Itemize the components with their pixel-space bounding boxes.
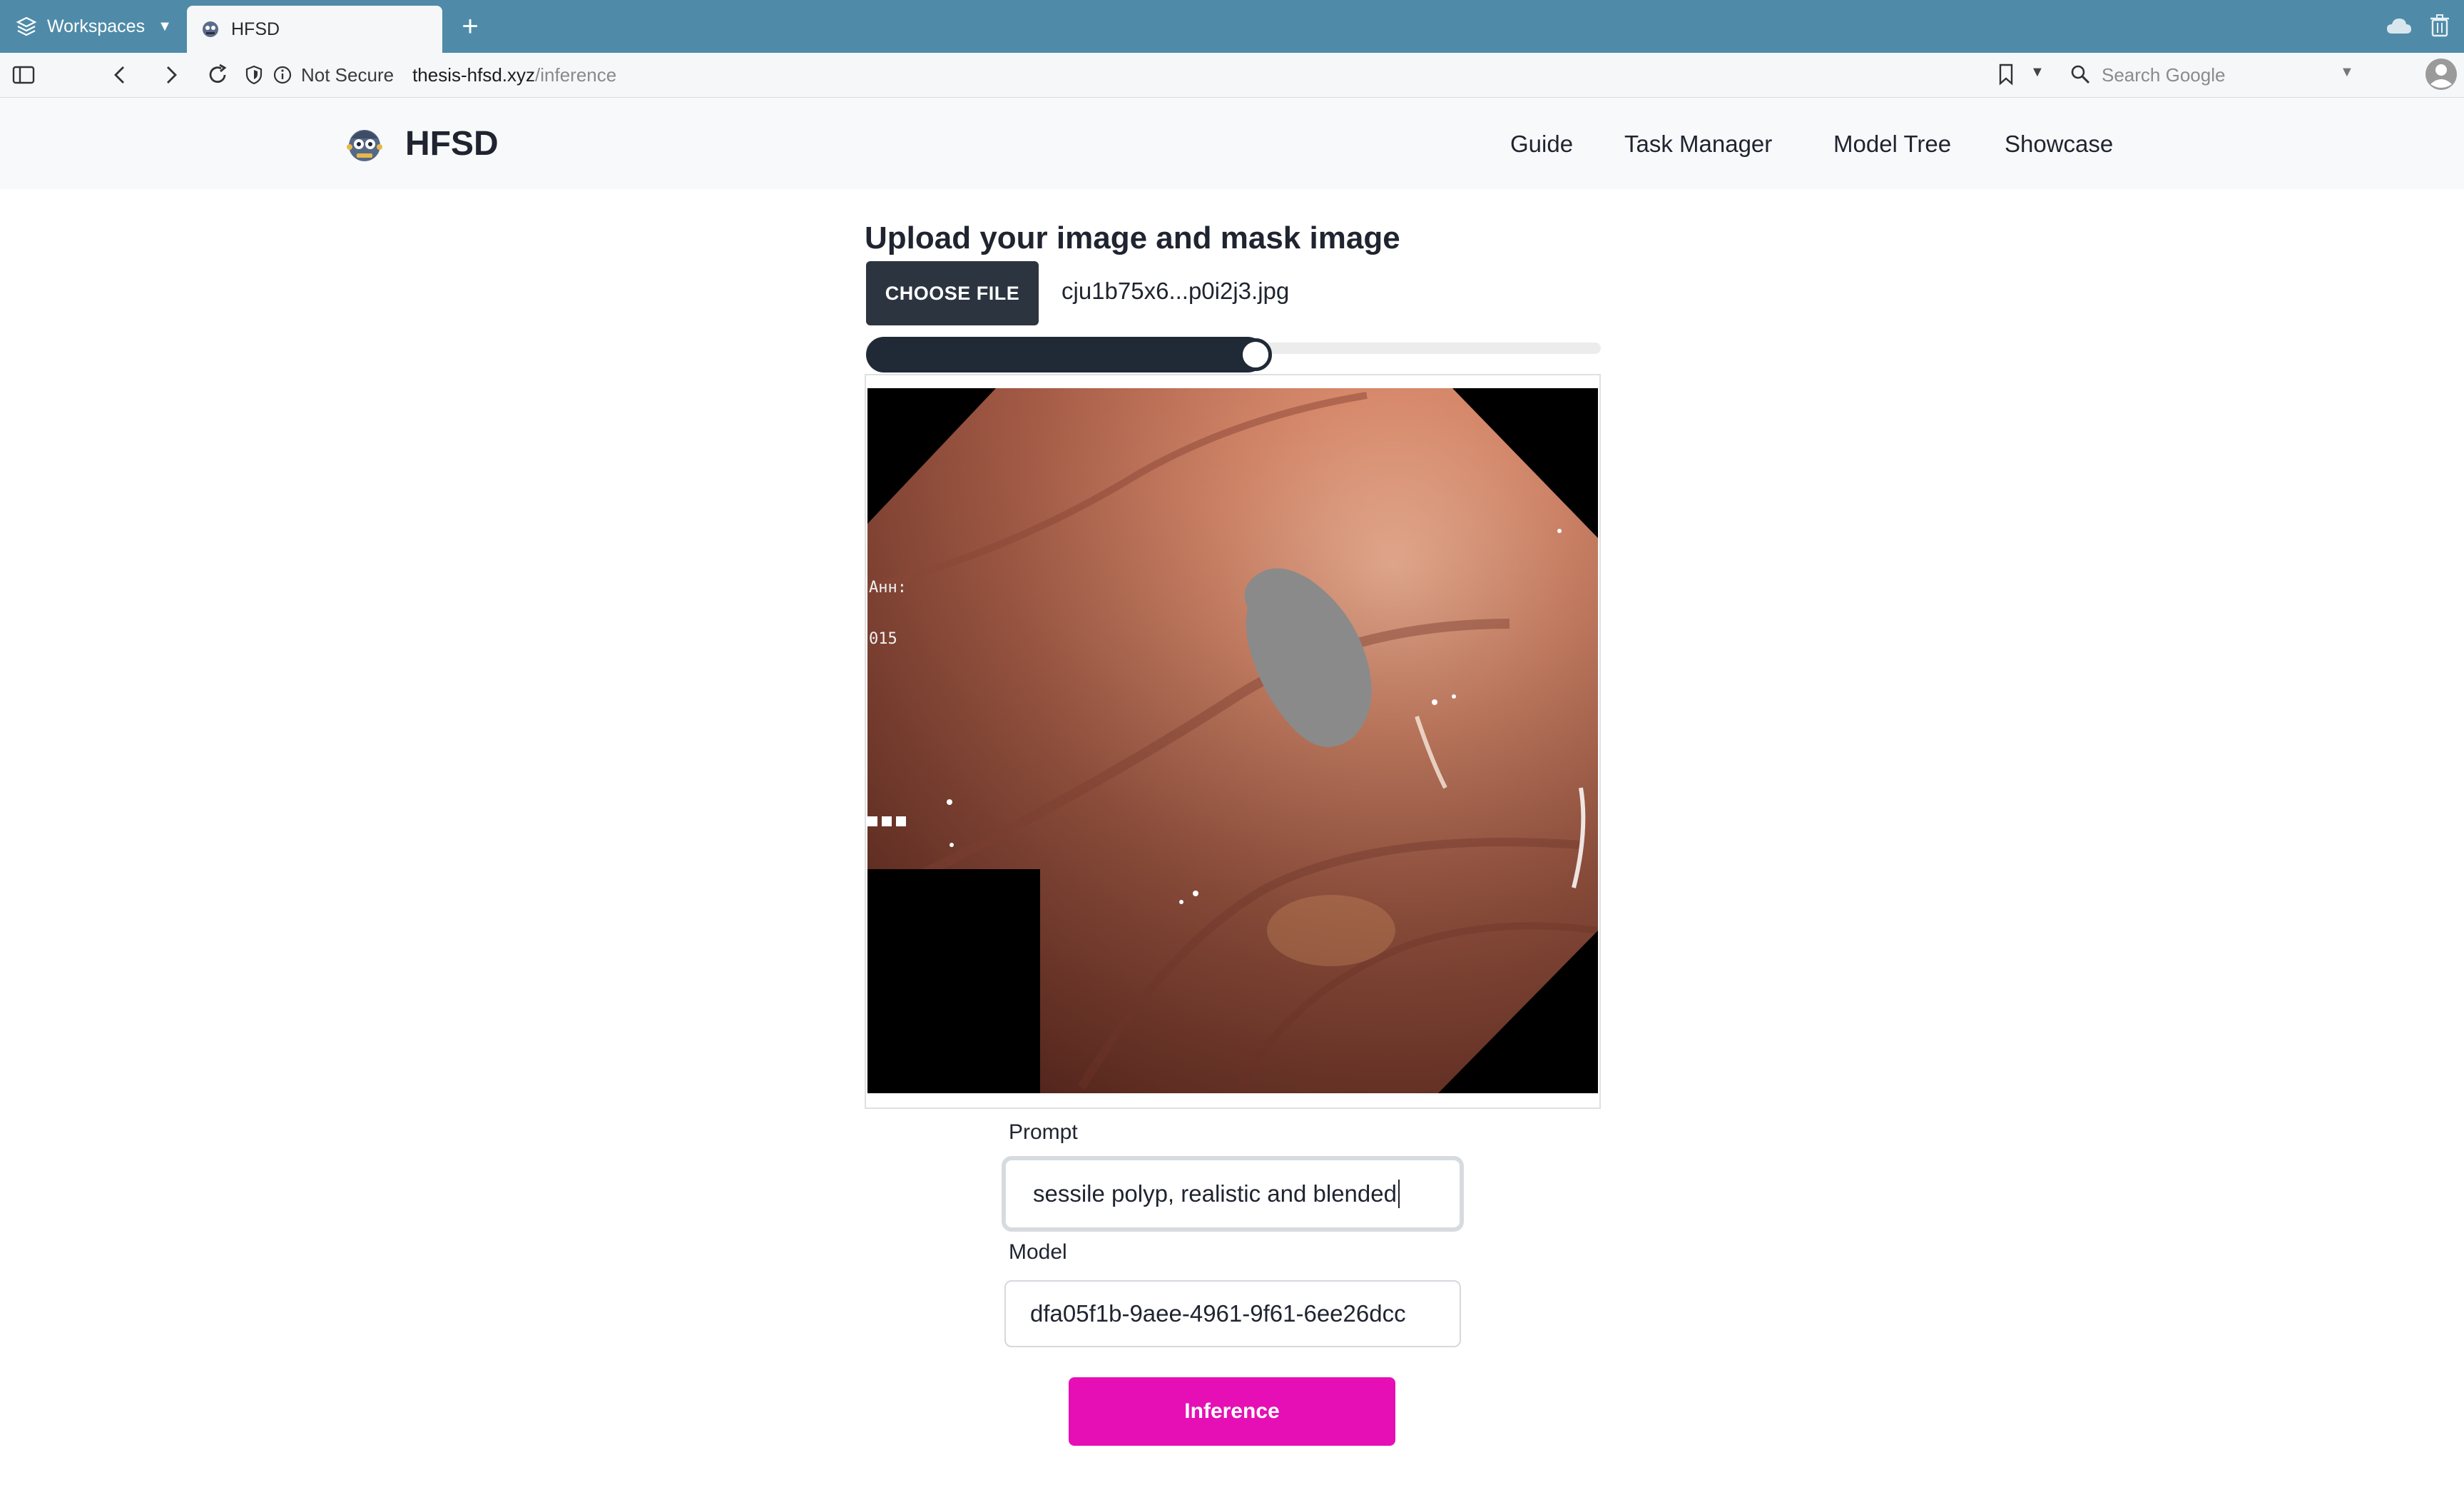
security-status: Not Secure <box>301 64 394 86</box>
upload-heading: Upload your image and mask image <box>865 221 1400 255</box>
reload-icon[interactable] <box>205 63 230 87</box>
info-icon[interactable] <box>273 65 292 85</box>
logo-icon[interactable] <box>344 124 385 166</box>
url-host: thesis-hfsd.xyz <box>412 64 536 86</box>
prompt-label: Prompt <box>1009 1120 1078 1144</box>
nav-model-tree[interactable]: Model Tree <box>1833 118 1951 171</box>
endoscopy-image-canvas[interactable]: Aнн: 015 <box>867 388 1598 1093</box>
prompt-value: sessile polyp, realistic and blended <box>1033 1180 1397 1207</box>
workspaces-button[interactable]: Workspaces ▼ <box>16 10 172 43</box>
nav-showcase[interactable]: Showcase <box>2005 118 2113 171</box>
search-placeholder: Search Google <box>2102 64 2226 86</box>
mask-slider-fill <box>866 337 1266 372</box>
tab-title: HFSD <box>231 19 280 39</box>
mask-slider-thumb[interactable] <box>1238 338 1272 371</box>
workspaces-icon <box>16 16 37 36</box>
search-icon <box>2071 65 2090 84</box>
workspaces-label: Workspaces <box>47 16 146 36</box>
cloud-icon[interactable] <box>2386 16 2413 36</box>
selected-file-name: cju1b75x6...p0i2j3.jpg <box>1062 278 1290 304</box>
inference-button[interactable]: Inference <box>1069 1377 1395 1446</box>
forward-icon[interactable] <box>158 63 183 87</box>
browser-tab-bar: Workspaces ▼ HFSD + <box>0 0 2464 53</box>
search-input[interactable]: Search Google <box>2063 57 2363 93</box>
site-navbar: HFSD Guide Task Manager Model Tree Showc… <box>0 98 2464 189</box>
url-path: /inference <box>535 64 617 86</box>
profile-icon[interactable] <box>2424 57 2458 91</box>
shield-icon <box>245 65 263 85</box>
svg-text:Aнн:: Aнн: <box>869 579 907 597</box>
nav-guide[interactable]: Guide <box>1510 118 1573 171</box>
brand-title[interactable]: HFSD <box>405 118 499 171</box>
nav-task-manager[interactable]: Task Manager <box>1624 118 1772 171</box>
back-icon[interactable] <box>108 63 133 87</box>
text-caret <box>1398 1180 1400 1208</box>
new-tab-button[interactable]: + <box>454 10 487 43</box>
favicon-icon <box>203 21 218 37</box>
model-input[interactable]: dfa05f1b-9aee-4961-9f61-6ee26dcc <box>1004 1280 1461 1347</box>
browser-toolbar: Not Secure thesis-hfsd.xyz/inference ▼ S… <box>0 53 2464 98</box>
browser-tab-active[interactable]: HFSD <box>187 6 442 53</box>
prompt-input[interactable]: sessile polyp, realistic and blended <box>1002 1156 1464 1232</box>
chevron-down-icon[interactable]: ▼ <box>2030 64 2045 81</box>
choose-file-button[interactable]: CHOOSE FILE <box>866 261 1039 325</box>
model-value: dfa05f1b-9aee-4961-9f61-6ee26dcc <box>1030 1300 1406 1327</box>
trash-icon[interactable] <box>2430 14 2450 37</box>
address-bar[interactable]: Not Secure thesis-hfsd.xyz/inference <box>244 59 2042 91</box>
svg-text:015: 015 <box>869 630 897 648</box>
chevron-down-icon[interactable]: ▼ <box>2340 64 2354 81</box>
model-label: Model <box>1009 1240 1067 1264</box>
bookmark-icon[interactable] <box>1996 63 2016 86</box>
chevron-down-icon: ▼ <box>158 18 172 34</box>
sidebar-toggle-icon[interactable] <box>11 63 36 87</box>
